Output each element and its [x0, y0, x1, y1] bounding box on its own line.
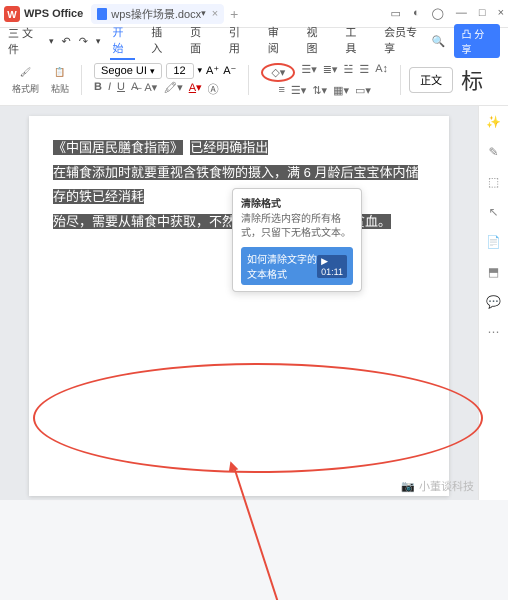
- font-name-select[interactable]: Segoe UI ▾: [94, 63, 161, 79]
- brush-icon: 🖌: [18, 64, 34, 80]
- dropdown-icon[interactable]: ▾: [201, 8, 206, 19]
- font-size-select[interactable]: 12: [166, 63, 194, 79]
- tooltip-title: 清除格式: [241, 195, 353, 210]
- border-icon[interactable]: ▭▾: [355, 84, 371, 97]
- indent-icon[interactable]: ☱: [343, 63, 353, 82]
- minimize-icon[interactable]: —: [456, 7, 467, 20]
- align-icon[interactable]: A↕: [375, 63, 388, 82]
- more-icon[interactable]: ▾: [96, 36, 101, 47]
- window-controls: ▭ ◐ ◯ — □ ×: [391, 7, 504, 20]
- side-panel: ✨ ✎ ⬚ ↖ 📄 ⬒ 💬 ⋯: [478, 106, 508, 500]
- wps-logo-icon: W: [4, 6, 20, 22]
- doc-icon: [97, 8, 107, 20]
- align-left-icon[interactable]: ≡: [279, 84, 285, 97]
- app-name: WPS Office: [24, 8, 83, 20]
- line-spacing-icon[interactable]: ⇅▾: [312, 84, 327, 97]
- watermark-icon: 📷: [401, 480, 415, 493]
- tooltip-video-link[interactable]: 如何清除文字的文本格式 ▶ 01:11: [241, 247, 353, 285]
- paste-icon: 📋: [52, 64, 68, 80]
- more-tools-icon[interactable]: ⋯: [486, 324, 502, 340]
- sparkle-icon[interactable]: ✨: [486, 114, 502, 130]
- maximize-icon[interactable]: □: [479, 7, 486, 20]
- text-box-icon[interactable]: Ⓐ: [208, 81, 219, 97]
- tablet-icon[interactable]: ▭: [391, 7, 401, 20]
- red-ellipse-annotation: [33, 363, 483, 473]
- strike-icon[interactable]: A̶: [131, 81, 138, 97]
- italic-icon[interactable]: I: [108, 81, 111, 97]
- number-list-icon[interactable]: ≣▾: [323, 63, 338, 82]
- underline-icon[interactable]: U: [117, 81, 125, 97]
- clipboard-icon[interactable]: 📄: [486, 234, 502, 250]
- dropdown-icon[interactable]: ▾: [49, 36, 54, 47]
- tooltip-body: 清除所选内容的所有格式，只留下无格式文本。: [241, 213, 353, 241]
- new-tab-button[interactable]: +: [230, 6, 238, 22]
- user-icon[interactable]: ◯: [432, 7, 444, 20]
- svg-text:W: W: [7, 10, 17, 21]
- paste-button[interactable]: 📋 粘贴: [51, 64, 69, 95]
- align-center-icon[interactable]: ☰▾: [291, 84, 306, 97]
- comment-icon[interactable]: 💬: [486, 294, 502, 310]
- increase-font-icon[interactable]: A⁺: [206, 64, 219, 77]
- bold-icon[interactable]: B: [94, 81, 102, 97]
- doc-name: wps操作场景.docx: [111, 6, 201, 22]
- cursor-icon[interactable]: ↖: [486, 204, 502, 220]
- close-icon[interactable]: ×: [498, 7, 504, 20]
- format-brush-button[interactable]: 🖌 格式刷: [12, 64, 39, 95]
- tab-close-icon[interactable]: ×: [212, 8, 218, 20]
- share-button[interactable]: 凸 分享: [454, 24, 500, 58]
- clear-format-button[interactable]: ◇▾: [261, 63, 295, 82]
- red-arrow-head: [226, 459, 239, 472]
- body-text-style-button[interactable]: 正文: [409, 67, 453, 93]
- redo-icon[interactable]: ↷: [79, 35, 88, 48]
- help-icon[interactable]: ◐: [413, 7, 420, 20]
- font-color-icon[interactable]: A▾: [189, 81, 202, 97]
- document-area: 清除格式 清除所选内容的所有格式，只留下无格式文本。 如何清除文字的文本格式 ▶…: [0, 106, 478, 500]
- menu-bar: 三 文件 ▾ ↶ ↷ ▾ 开始 插入 页面 引用 审阅 视图 工具 会员专享 🔍…: [0, 28, 508, 54]
- select-icon[interactable]: ⬚: [486, 174, 502, 190]
- layers-icon[interactable]: ⬒: [486, 264, 502, 280]
- video-duration: ▶ 01:11: [317, 255, 347, 278]
- pencil-icon[interactable]: ✎: [486, 144, 502, 160]
- document-tab[interactable]: wps操作场景.docx ▾ ×: [91, 4, 224, 24]
- outdent-icon[interactable]: ☰: [359, 63, 369, 82]
- decrease-font-icon[interactable]: A⁻: [223, 64, 236, 77]
- search-icon[interactable]: 🔍: [432, 35, 446, 48]
- shading-icon[interactable]: ▦▾: [333, 84, 349, 97]
- file-menu[interactable]: 三 文件: [8, 25, 41, 57]
- undo-icon[interactable]: ↶: [61, 35, 70, 48]
- bullet-list-icon[interactable]: ☰▾: [301, 63, 316, 82]
- ribbon-toolbar: 🖌 格式刷 📋 粘贴 Segoe UI ▾ 12 ▾ A⁺ A⁻ B I U A…: [0, 54, 508, 106]
- document-page[interactable]: 《中国居民膳食指南》 已经明确指出 在辅食添加时就要重视含铁食物的摄入，满 6 …: [29, 116, 449, 496]
- text-effect-icon[interactable]: A▾: [144, 81, 157, 97]
- watermark: 📷 小董谈科技: [401, 478, 474, 494]
- heading-style-label[interactable]: 标: [461, 64, 483, 96]
- workspace: 清除格式 清除所选内容的所有格式，只留下无格式文本。 如何清除文字的文本格式 ▶…: [0, 106, 508, 500]
- clear-format-tooltip: 清除格式 清除所选内容的所有格式，只留下无格式文本。 如何清除文字的文本格式 ▶…: [232, 188, 362, 292]
- red-arrow-line: [233, 466, 278, 600]
- highlight-icon[interactable]: 🖍▾: [163, 81, 183, 97]
